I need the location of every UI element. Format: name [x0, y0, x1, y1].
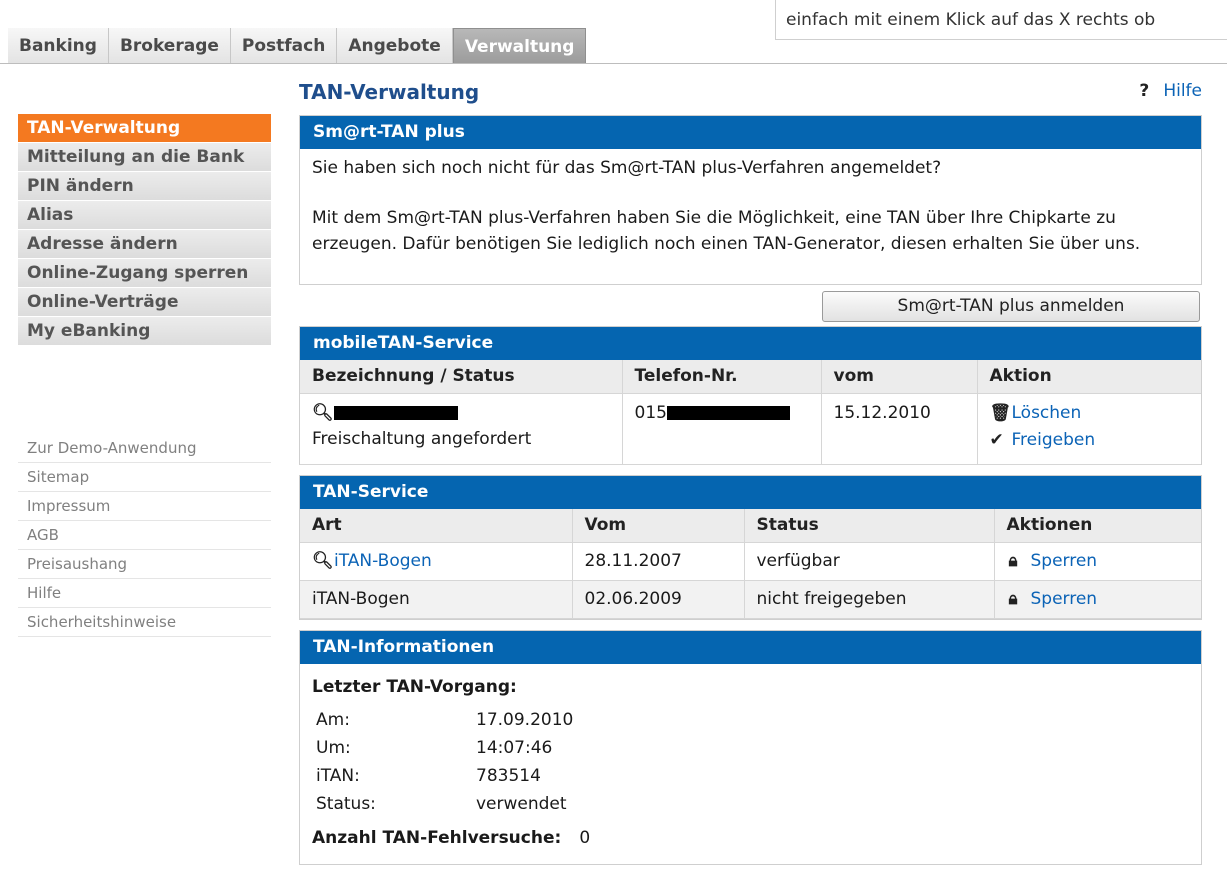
tanservice-header: TAN-Service: [300, 476, 1201, 509]
delete-label: Löschen: [1011, 402, 1082, 423]
magnifier-icon[interactable]: 🔍︎: [312, 400, 334, 426]
smarttan-description: Mit dem Sm@rt-TAN plus-Verfahren haben S…: [312, 208, 1141, 254]
mobiletan-date: 15.12.2010: [821, 393, 978, 465]
tab-banking[interactable]: Banking: [8, 28, 109, 64]
fail-count-value: 0: [579, 828, 591, 848]
col-status: Status: [744, 509, 995, 543]
mobiletan-box: mobileTAN-Service Bezeichnung / Status T…: [299, 326, 1202, 465]
last-transaction-title: Letzter TAN-Vorgang:: [312, 677, 517, 697]
block-action[interactable]: 🔒︎ Sperren: [994, 542, 1201, 581]
main-tabs: Banking Brokerage Postfach Angebote Verw…: [8, 28, 587, 64]
trash-icon: 🗑︎: [989, 402, 1012, 423]
block-label: Sperren: [1030, 551, 1098, 571]
tab-postfach[interactable]: Postfach: [230, 28, 338, 64]
table-row: iTAN-Bogen 02.06.2009 nicht freigegeben …: [300, 580, 1201, 619]
fail-count-label: Anzahl TAN-Fehlversuche:: [312, 828, 562, 848]
sidebar-item-alias[interactable]: Alias: [18, 201, 271, 230]
help-label: Hilfe: [1163, 81, 1202, 101]
col-telefon: Telefon-Nr.: [622, 360, 822, 394]
checkmark-icon: ✔: [989, 429, 1004, 450]
taninfo-box: TAN-Informationen Letzter TAN-Vorgang: A…: [299, 630, 1202, 865]
taninfo-header: TAN-Informationen: [300, 631, 1201, 664]
status-value: verwendet: [476, 794, 567, 814]
lock-icon: 🔒︎: [1008, 589, 1018, 609]
mobiletan-header: mobileTAN-Service: [300, 327, 1201, 360]
link-sitemap[interactable]: Sitemap: [18, 463, 271, 492]
itan-value: 783514: [476, 766, 541, 786]
am-label: Am:: [316, 710, 350, 730]
um-value: 14:07:46: [476, 738, 553, 758]
delete-action[interactable]: 🗑︎Löschen: [990, 400, 1190, 427]
tanservice-table: Art Vom Status Aktionen 🔍︎iTAN-Bogen 28.…: [300, 509, 1201, 619]
info-hint: einfach mit einem Klick auf das X rechts…: [775, 0, 1227, 40]
redacted-name: [334, 405, 458, 420]
link-impressum[interactable]: Impressum: [18, 492, 271, 521]
itan-label: iTAN:: [316, 766, 360, 786]
smarttan-box: Sm@rt-TAN plus Sie haben sich noch nicht…: [299, 115, 1202, 285]
smarttan-header: Sm@rt-TAN plus: [300, 116, 1201, 149]
link-preisaushang[interactable]: Preisaushang: [18, 550, 271, 579]
row-status: nicht freigegeben: [744, 580, 995, 619]
smarttan-question: Sie haben sich noch nicht für das Sm@rt-…: [312, 158, 942, 178]
block-action[interactable]: 🔒︎ Sperren: [994, 580, 1201, 619]
link-hilfe[interactable]: Hilfe: [18, 579, 271, 608]
row-date: 28.11.2007: [572, 542, 745, 581]
mobiletan-table: Bezeichnung / Status Telefon-Nr. vom Akt…: [300, 360, 1201, 465]
col-vom: vom: [821, 360, 978, 394]
sidebar-item-adresse-aendern[interactable]: Adresse ändern: [18, 230, 271, 259]
sidebar-item-mitteilung[interactable]: Mitteilung an die Bank: [18, 143, 271, 172]
sidebar-item-zugang-sperren[interactable]: Online-Zugang sperren: [18, 259, 271, 288]
col-art: Art: [300, 509, 573, 543]
top-navigation: Banking Brokerage Postfach Angebote Verw…: [0, 0, 1227, 64]
table-row: 🔍︎ Freischaltung angefordert 015 15.12.2…: [300, 393, 1201, 465]
row-date: 02.06.2009: [572, 580, 745, 619]
table-row: 🔍︎iTAN-Bogen 28.11.2007 verfügbar 🔒︎ Sper…: [300, 542, 1201, 581]
magnifier-icon[interactable]: 🔍︎: [312, 551, 334, 571]
tanservice-box: TAN-Service Art Vom Status Aktionen 🔍︎iT…: [299, 475, 1202, 620]
lock-icon: 🔒︎: [1008, 551, 1018, 571]
row-art: iTAN-Bogen: [300, 580, 573, 619]
col-vom: Vom: [572, 509, 745, 543]
sidebar-menu: TAN-Verwaltung Mitteilung an die Bank PI…: [18, 114, 271, 346]
sidebar-item-online-vertraege[interactable]: Online-Verträge: [18, 288, 271, 317]
status-label: Status:: [316, 794, 376, 814]
block-label: Sperren: [1030, 589, 1098, 609]
sidebar-item-my-ebanking[interactable]: My eBanking: [18, 317, 271, 346]
col-bezeichnung: Bezeichnung / Status: [300, 360, 623, 394]
tabs-divider: [0, 63, 1227, 64]
smarttan-register-button[interactable]: Sm@rt-TAN plus anmelden: [822, 291, 1200, 322]
link-agb[interactable]: AGB: [18, 521, 271, 550]
redacted-phone: [666, 405, 790, 420]
tab-brokerage[interactable]: Brokerage: [108, 28, 231, 64]
tab-angebote[interactable]: Angebote: [337, 28, 453, 64]
itan-bogen-link[interactable]: iTAN-Bogen: [334, 551, 432, 571]
tab-verwaltung[interactable]: Verwaltung: [452, 28, 587, 64]
row-status: verfügbar: [744, 542, 995, 581]
col-aktion: Aktion: [977, 360, 1201, 394]
um-label: Um:: [316, 738, 351, 758]
mobiletan-status: Freischaltung angefordert: [312, 428, 532, 449]
page-title: TAN-Verwaltung: [299, 80, 480, 104]
am-value: 17.09.2010: [476, 710, 574, 730]
sidebar-links: Zur Demo-Anwendung Sitemap Impressum AGB…: [18, 434, 271, 637]
help-link[interactable]: ? Hilfe: [1139, 81, 1202, 101]
sidebar-item-pin-aendern[interactable]: PIN ändern: [18, 172, 271, 201]
col-aktionen: Aktionen: [994, 509, 1201, 543]
link-sicherheitshinweise[interactable]: Sicherheitshinweise: [18, 608, 271, 637]
sidebar-item-tan-verwaltung[interactable]: TAN-Verwaltung: [18, 114, 271, 143]
release-label: Freigeben: [1011, 429, 1096, 450]
link-demo[interactable]: Zur Demo-Anwendung: [18, 434, 271, 463]
help-icon: ?: [1139, 81, 1150, 101]
release-action[interactable]: ✔ Freigeben: [990, 427, 1190, 454]
phone-prefix: 015: [634, 402, 667, 423]
